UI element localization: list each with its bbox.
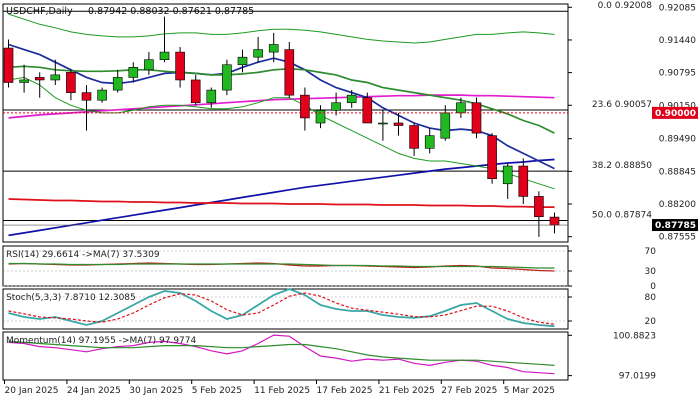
candle-body	[237, 56, 248, 66]
candle	[471, 97, 482, 139]
candle-body	[128, 66, 139, 78]
indicator-tick-label: 0	[650, 282, 656, 292]
candle-body	[66, 72, 76, 93]
candle-body	[19, 79, 29, 83]
fib-label-2: 38.2 0.88850	[592, 161, 652, 171]
indicator-tick-label: 70	[645, 247, 657, 257]
momentum-label: Momentum(14) 97.1955 ->MA(7) 97.9774	[6, 336, 197, 346]
candle-body	[268, 44, 279, 53]
candle-body	[97, 89, 107, 101]
candle-body	[456, 102, 466, 114]
candle-body	[471, 102, 482, 134]
time-tick-label: 21 Feb 2025	[379, 386, 435, 396]
candle-body	[362, 97, 373, 124]
candle-body	[300, 94, 310, 119]
candle-body	[159, 51, 170, 61]
candle-body	[222, 64, 232, 91]
candle-body	[378, 122, 388, 125]
time-tick-label: 24 Jan 2025	[67, 386, 121, 396]
indicator-tick-label: 97.0199	[619, 372, 656, 382]
last-price-label: 0.87785	[655, 221, 696, 231]
chart-title: USDCHF,Daily	[6, 6, 73, 17]
candle-body	[284, 49, 295, 96]
price-tick-label: 0.92085	[659, 3, 696, 13]
indicator-tick-label: 20	[645, 317, 657, 327]
candle-body	[112, 77, 123, 91]
candle-body	[190, 79, 201, 104]
candle-body	[144, 59, 154, 71]
time-tick-label: 27 Feb 2025	[441, 386, 497, 396]
time-tick-label: 11 Feb 2025	[254, 386, 310, 396]
indicator-tick-label: 80	[645, 293, 657, 303]
candle-body	[502, 165, 513, 185]
stoch-label: Stoch(5,3,3) 7.8710 12.3085	[6, 293, 136, 303]
ohlc-readout: 0.87942 0.88032 0.87621 0.87785	[88, 6, 254, 17]
price-tick-label: 0.87555	[659, 233, 696, 243]
candle-body	[518, 165, 529, 197]
candle-body	[424, 135, 435, 149]
candle-body	[34, 77, 45, 81]
price-tick-label: 0.88200	[659, 200, 696, 210]
candle-body	[253, 49, 263, 58]
candle-body	[81, 92, 92, 101]
indicator-tick-label: 30	[645, 267, 657, 277]
candle	[284, 41, 295, 98]
fib-label-0: 0.0 0.92008	[598, 1, 653, 11]
candle-body	[50, 74, 61, 81]
fib-label-3: 50.0 0.87874	[592, 211, 652, 221]
level-tag-label: 0.90000	[655, 109, 696, 119]
candle	[97, 87, 107, 103]
candle-body	[487, 135, 497, 180]
rsi-label: RSI(14) 29.6614 ->MA(7) 37.5309	[6, 250, 160, 260]
candle	[222, 59, 232, 96]
candle-body	[3, 47, 14, 83]
price-tick-label: 0.89490	[659, 135, 696, 145]
price-tick-label: 0.88845	[659, 167, 696, 177]
candle-body	[346, 94, 357, 104]
time-tick-label: 20 Jan 2025	[5, 386, 59, 396]
candle-body	[393, 122, 404, 126]
chart: 0.0 0.92008 23.6 0.90057 38.2 0.88850 50.0 …	[0, 0, 700, 400]
candle-body	[331, 102, 341, 111]
time-tick-label: 5 Mar 2025	[504, 386, 555, 396]
candle-body	[315, 110, 326, 124]
time-tick-label: 30 Jan 2025	[129, 386, 183, 396]
candle	[487, 133, 497, 184]
candle-body	[206, 89, 217, 104]
time-tick-label: 5 Feb 2025	[192, 386, 242, 396]
price-tick-label: 0.90795	[659, 69, 696, 79]
indicator-tick-label: 100.8823	[613, 331, 656, 341]
price-tick-label: 0.91440	[659, 36, 696, 46]
candle-body	[440, 112, 451, 139]
time-tick-label: 17 Feb 2025	[317, 386, 373, 396]
candle-body	[175, 51, 185, 81]
candle-body	[409, 125, 419, 149]
candle-body	[534, 196, 544, 217]
fib-label-1: 23.6 0.90057	[592, 100, 652, 110]
candle-body	[549, 216, 560, 226]
